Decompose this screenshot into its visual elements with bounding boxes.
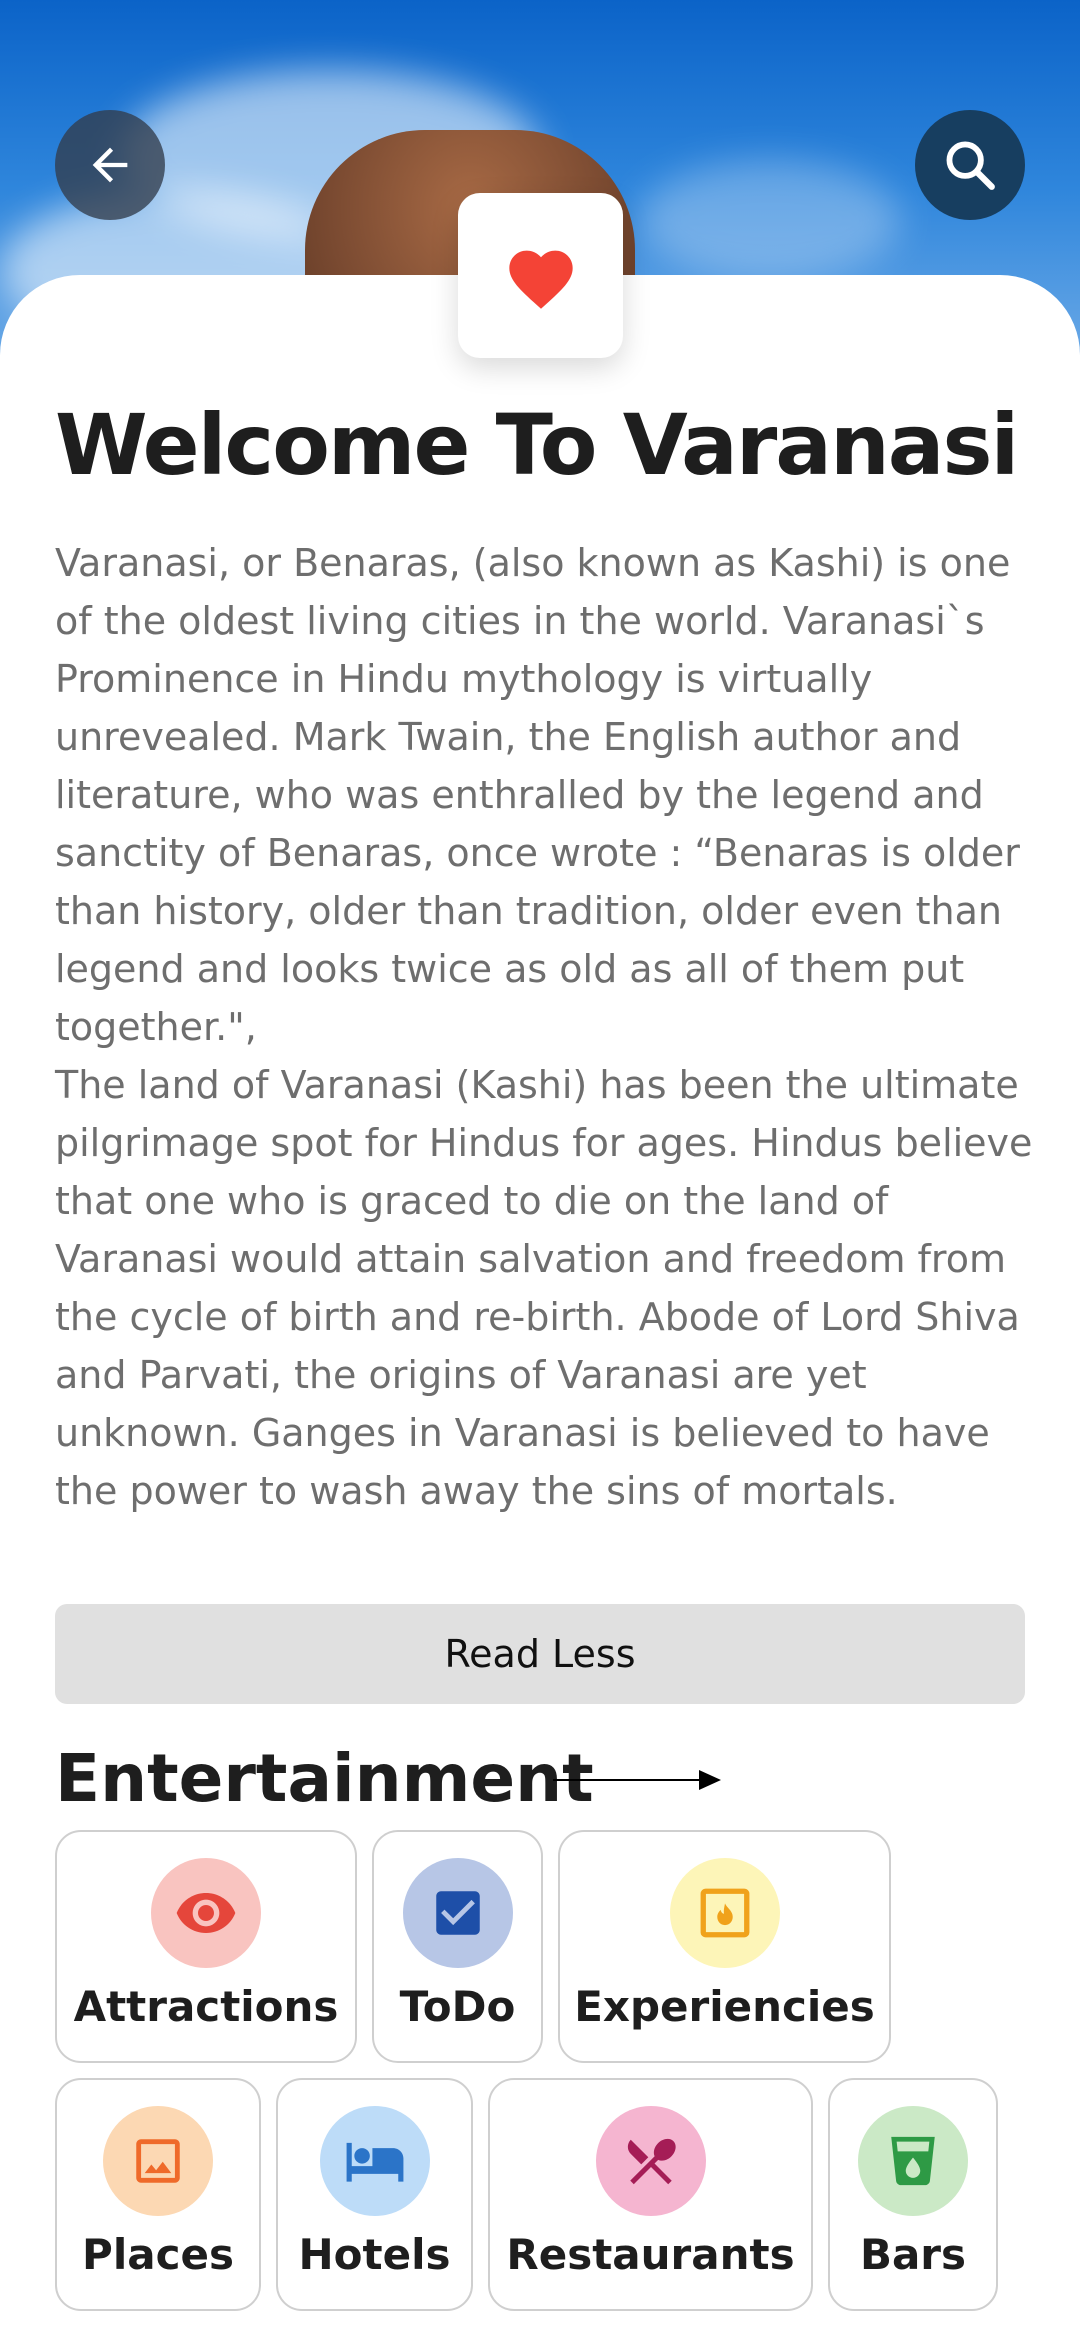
read-less-button[interactable]: Read Less	[55, 1604, 1025, 1704]
eye-icon	[151, 1858, 261, 1968]
category-label: Attractions	[73, 1982, 339, 2031]
drink-icon	[858, 2106, 968, 2216]
category-places[interactable]: Places	[55, 2078, 261, 2311]
arrow-left-icon	[92, 147, 128, 183]
category-attractions[interactable]: Attractions	[55, 1830, 357, 2063]
section-title: Entertainment	[55, 1740, 594, 1817]
back-button[interactable]	[55, 110, 165, 220]
image-icon	[103, 2106, 213, 2216]
page-title: Welcome To Varanasi	[55, 396, 1019, 494]
category-todo[interactable]: ToDo	[372, 1830, 543, 2063]
checkbox-icon	[402, 1858, 513, 1968]
category-restaurants[interactable]: Restaurants	[488, 2078, 813, 2311]
restaurant-icon	[595, 2106, 706, 2216]
category-label: Restaurants	[506, 2230, 795, 2279]
category-hotels[interactable]: Hotels	[276, 2078, 473, 2311]
fireplace-icon	[669, 1858, 780, 1968]
search-icon	[946, 141, 995, 190]
category-label: ToDo	[399, 1982, 516, 2031]
category-experiencies[interactable]: Experiencies	[558, 1830, 891, 2063]
favorite-button[interactable]	[458, 193, 623, 358]
category-label: Bars	[859, 2230, 967, 2279]
description-text: Varanasi, or Benaras, (also known as Kas…	[55, 541, 1033, 1513]
heart-icon	[508, 250, 573, 309]
category-label: Experiencies	[574, 1982, 875, 2031]
arrow-right-icon[interactable]	[553, 1768, 723, 1792]
category-label: Hotels	[298, 2230, 451, 2279]
bed-icon	[319, 2106, 430, 2216]
search-button[interactable]	[915, 110, 1025, 220]
category-bars[interactable]: Bars	[828, 2078, 998, 2311]
category-label: Places	[82, 2230, 234, 2279]
